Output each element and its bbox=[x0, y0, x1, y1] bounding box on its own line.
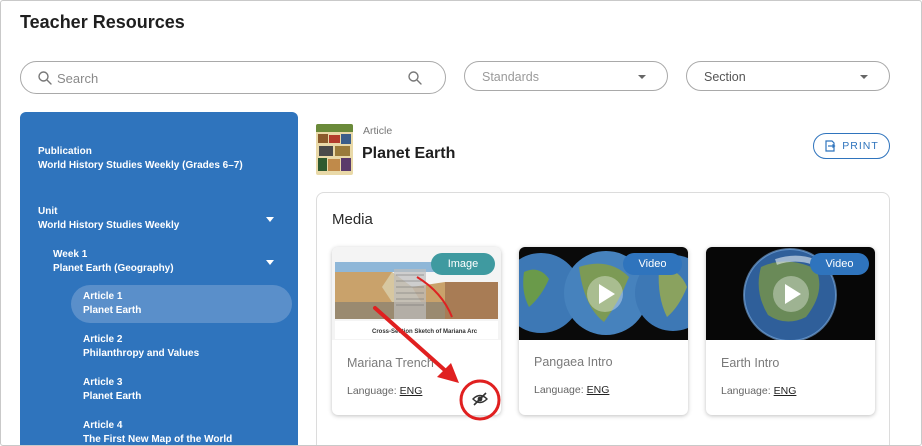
language-code-link[interactable]: ENG bbox=[587, 384, 610, 396]
sidebar-item-article-1[interactable]: Article 1 Planet Earth bbox=[71, 285, 292, 323]
media-card-title: Earth Intro bbox=[721, 356, 780, 370]
article-4-label: Article 4 bbox=[83, 420, 123, 431]
article-2-title: Philanthropy and Values bbox=[83, 348, 200, 359]
search-icon bbox=[38, 71, 52, 85]
sidebar: Publication World History Studies Weekly… bbox=[20, 112, 298, 445]
image-badge: Image bbox=[431, 253, 495, 275]
media-card-language: Language: ENG bbox=[347, 385, 422, 397]
language-label: Language: bbox=[347, 385, 397, 397]
play-icon[interactable] bbox=[586, 275, 624, 313]
week-chevron-down-icon[interactable] bbox=[266, 260, 274, 265]
sidebar-week-label: Week 1 bbox=[53, 249, 88, 260]
media-card-language: Language: ENG bbox=[721, 385, 796, 397]
media-card-title: Pangaea Intro bbox=[534, 355, 613, 369]
sidebar-publication-label: Publication bbox=[38, 146, 92, 157]
sidebar-unit[interactable]: Unit World History Studies Weekly bbox=[38, 205, 179, 233]
media-card-earth-intro[interactable]: Video Earth Intro Language: ENG bbox=[706, 247, 875, 415]
sidebar-item-article-4[interactable]: Article 4 The First New Map of the World bbox=[71, 414, 292, 445]
play-icon[interactable] bbox=[772, 275, 810, 313]
sidebar-publication-value: World History Studies Weekly (Grades 6–7… bbox=[38, 160, 243, 171]
page-title: Teacher Resources bbox=[20, 12, 185, 32]
video-badge: Video bbox=[810, 253, 869, 275]
standards-select-value: Standards bbox=[482, 70, 539, 84]
chevron-down-icon bbox=[860, 75, 868, 79]
print-button-label: PRINT bbox=[842, 140, 879, 152]
video-badge: Video bbox=[623, 253, 682, 275]
language-code-link[interactable]: ENG bbox=[774, 385, 797, 397]
sidebar-unit-label: Unit bbox=[38, 206, 58, 217]
search-submit-icon[interactable] bbox=[407, 70, 423, 86]
language-code-link[interactable]: ENG bbox=[400, 385, 423, 397]
sidebar-week[interactable]: Week 1 Planet Earth (Geography) bbox=[53, 248, 174, 276]
sidebar-week-value: Planet Earth (Geography) bbox=[53, 263, 174, 274]
sidebar-unit-value: World History Studies Weekly bbox=[38, 220, 180, 231]
sidebar-item-article-3[interactable]: Article 3 Planet Earth bbox=[71, 371, 292, 409]
section-select-value: Section bbox=[704, 70, 746, 84]
media-card-language: Language: ENG bbox=[534, 384, 609, 396]
article-2-label: Article 2 bbox=[83, 334, 123, 345]
sidebar-publication[interactable]: Publication World History Studies Weekly… bbox=[38, 145, 243, 173]
section-select[interactable]: Section bbox=[686, 61, 890, 91]
search-box[interactable] bbox=[20, 61, 446, 94]
article-1-title: Planet Earth bbox=[83, 305, 142, 316]
sidebar-item-article-2[interactable]: Article 2 Philanthropy and Values bbox=[71, 328, 292, 366]
diagram-caption: Cross-Section Sketch of Mariana Arc bbox=[372, 329, 478, 335]
article-1-label: Article 1 bbox=[83, 291, 123, 302]
unit-chevron-down-icon[interactable] bbox=[266, 217, 274, 222]
standards-select[interactable]: Standards bbox=[464, 61, 668, 91]
media-card-title: Mariana Trench bbox=[347, 356, 434, 370]
media-card-pangaea-intro[interactable]: Video Pangaea Intro Language: ENG bbox=[519, 247, 688, 415]
print-button[interactable]: PRINT bbox=[813, 133, 890, 159]
article-4-title: The First New Map of the World bbox=[83, 434, 233, 445]
chevron-down-icon bbox=[638, 75, 646, 79]
article-3-title: Planet Earth bbox=[83, 391, 142, 402]
content-type-label: Article bbox=[363, 125, 393, 137]
article-thumbnail bbox=[316, 124, 353, 175]
article-3-label: Article 3 bbox=[83, 377, 123, 388]
language-label: Language: bbox=[534, 384, 584, 396]
eye-slash-icon[interactable] bbox=[471, 390, 489, 408]
search-input[interactable] bbox=[57, 68, 397, 88]
media-heading: Media bbox=[332, 211, 373, 228]
print-icon bbox=[825, 140, 836, 152]
language-label: Language: bbox=[721, 385, 771, 397]
content-title: Planet Earth bbox=[362, 145, 456, 162]
app-window: Teacher Resources Standards Section Publ… bbox=[0, 0, 922, 446]
